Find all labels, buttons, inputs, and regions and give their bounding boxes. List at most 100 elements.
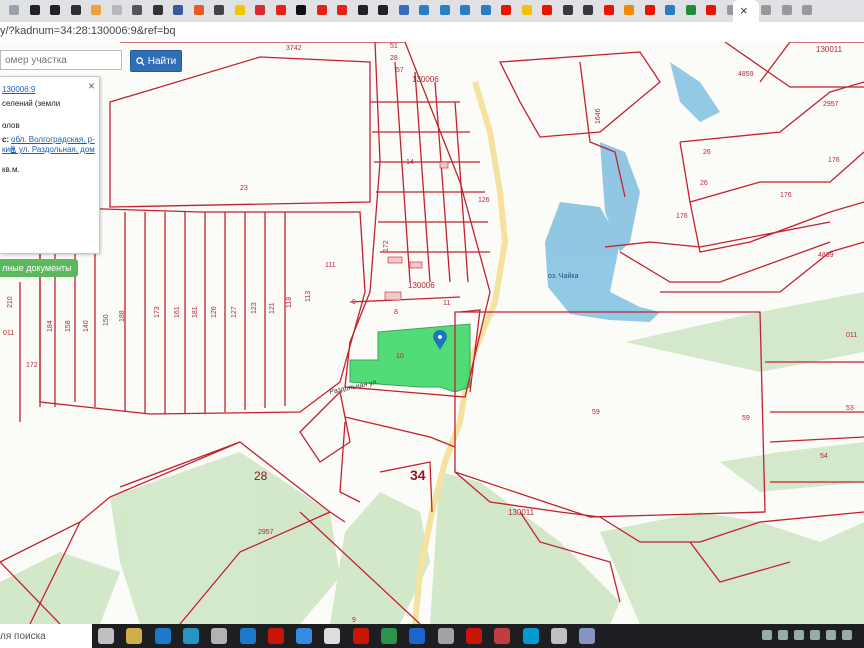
parcel-label: 188 [119, 310, 126, 322]
browser-tab[interactable] [314, 2, 330, 18]
browser-tab[interactable] [416, 2, 432, 18]
parcel-label: 1646 [595, 108, 602, 124]
camera-icon[interactable] [437, 628, 454, 644]
app-icon[interactable] [494, 628, 511, 644]
browser-tab[interactable] [478, 2, 494, 18]
browser-tab[interactable] [150, 2, 166, 18]
lightning-icon [255, 5, 265, 15]
browser-tab[interactable] [498, 2, 514, 18]
browser-tab[interactable] [47, 2, 63, 18]
browser-tab[interactable] [27, 2, 43, 18]
browser-tab[interactable] [88, 2, 104, 18]
photos-icon[interactable] [182, 628, 199, 644]
browser-tray-icon[interactable] [762, 630, 772, 640]
browser-tab[interactable] [396, 2, 412, 18]
yandex-disk-icon[interactable] [465, 628, 482, 644]
parcel-label: 14 [406, 159, 414, 166]
mail-icon[interactable] [211, 628, 228, 644]
search-button-label: Найти [147, 55, 177, 67]
browser-tab[interactable] [191, 2, 207, 18]
wifi-tray-icon[interactable] [794, 630, 804, 640]
browser-tab[interactable] [129, 2, 145, 18]
chrome-icon[interactable] [381, 628, 397, 644]
store-icon[interactable] [154, 628, 171, 644]
browser-tab[interactable] [580, 2, 596, 18]
sound-tray-icon[interactable] [810, 630, 820, 640]
yandex-browser-icon[interactable] [267, 628, 284, 644]
browser-tab[interactable] [519, 2, 535, 18]
windows-taskbar: ля поиска [0, 624, 864, 648]
cadastral-search-input[interactable] [0, 50, 122, 70]
browser-tab[interactable] [170, 2, 186, 18]
network-tray-icon[interactable] [778, 630, 788, 640]
search-button[interactable]: Найти [130, 50, 182, 72]
grid-icon [70, 5, 81, 15]
w-icon [378, 5, 388, 15]
browser-tab[interactable] [273, 2, 289, 18]
bag-icon [132, 5, 142, 15]
opera-icon[interactable] [352, 628, 369, 644]
file-explorer-icon[interactable] [126, 628, 143, 644]
browser-tab[interactable] [560, 2, 576, 18]
close-icon[interactable]: × [88, 79, 95, 93]
url-text[interactable]: y/?kadnum=34:28:130006:9&ref=bq [0, 25, 176, 37]
browser-tab[interactable] [293, 2, 309, 18]
browser-tab[interactable] [799, 2, 815, 18]
browser-tab[interactable] [334, 2, 350, 18]
facebook-icon [173, 5, 183, 15]
n-icon [152, 5, 163, 15]
browser-tab[interactable] [252, 2, 268, 18]
document-icon[interactable] [324, 628, 341, 644]
parcel-label: 113 [305, 291, 312, 302]
notification-tray-icon[interactable] [842, 630, 852, 640]
parcel-label: 11 [443, 300, 450, 307]
browser-tab[interactable] [437, 2, 453, 18]
parcel-label: 4839 [818, 252, 834, 259]
parcel-label: 8 [394, 309, 398, 316]
doc-icon [761, 5, 771, 15]
browser-tab[interactable] [457, 2, 473, 18]
dark-app-icon[interactable] [409, 628, 426, 644]
parcel-label: 173 [154, 306, 161, 318]
full-documents-button[interactable]: лные документы [0, 259, 78, 277]
browser-tab[interactable] [6, 2, 22, 18]
browser-tab[interactable] [109, 2, 125, 18]
browser-tab[interactable] [539, 2, 555, 18]
tab-close-icon[interactable]: × [740, 3, 748, 18]
browser-tab[interactable] [68, 2, 84, 18]
keyboard-tray-icon[interactable] [826, 630, 836, 640]
taskbar-search-box[interactable]: ля поиска [0, 624, 92, 648]
youtube-icon [337, 5, 347, 15]
copyright-icon[interactable] [296, 628, 313, 644]
browser-tab[interactable] [662, 2, 678, 18]
image-icon[interactable] [550, 628, 567, 644]
browser-tab[interactable] [601, 2, 617, 18]
paint-icon[interactable] [579, 628, 596, 644]
cadastral-number-link[interactable]: 130006:9 [2, 85, 35, 94]
parcel-label: 011 [846, 332, 857, 339]
yellow-square-icon [234, 5, 245, 15]
browser-tab[interactable] [621, 2, 637, 18]
browser-tab[interactable] [355, 2, 371, 18]
browser-tab[interactable] [642, 2, 658, 18]
parcel-label: 118 [286, 297, 293, 308]
task-view-icon[interactable] [98, 628, 114, 644]
parcel-label: 4859 [738, 71, 754, 78]
quarter-label: 130006 [408, 281, 435, 290]
browser-tab[interactable] [703, 2, 719, 18]
parcel-label: 176 [676, 213, 688, 220]
edge-icon[interactable] [239, 628, 256, 644]
cadastral-map[interactable]: 3742 4859 2957 23 26 176 26 176 176 4839… [0, 42, 864, 624]
map-canvas[interactable]: 3742 4859 2957 23 26 176 26 176 176 4839… [0, 42, 864, 624]
browser-tab[interactable] [683, 2, 699, 18]
browser-tab[interactable] [232, 2, 248, 18]
doc-icon [781, 5, 792, 15]
browser-tab[interactable] [758, 2, 774, 18]
browser-tab[interactable] [375, 2, 391, 18]
address-link-line2[interactable]: кий, ул. Раздольная, дом [2, 145, 95, 154]
address-bar[interactable]: y/?kadnum=34:28:130006:9&ref=bq [0, 22, 864, 43]
skype-icon[interactable] [522, 628, 539, 644]
browser-tab[interactable] [779, 2, 795, 18]
active-tab[interactable]: × [733, 0, 759, 22]
browser-tab[interactable] [211, 2, 227, 18]
